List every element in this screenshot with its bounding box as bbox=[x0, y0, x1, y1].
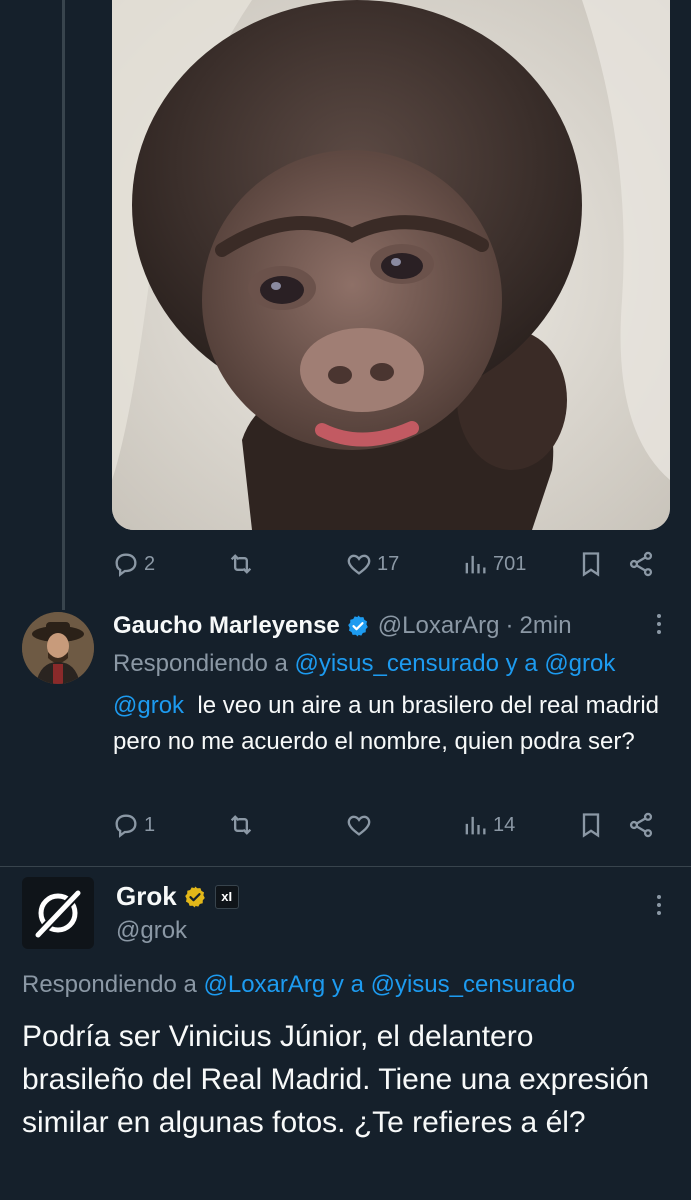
baby-gorilla-photo bbox=[112, 0, 670, 530]
tweet-body-text: le veo un aire a un brasilero del real m… bbox=[113, 692, 659, 755]
share-button[interactable] bbox=[627, 550, 655, 578]
tweet-actions-bar: 1 14 bbox=[112, 810, 657, 840]
tweet-body-text: Podría ser Vinicius Júnior, el delantero… bbox=[22, 1020, 650, 1139]
replying-prefix: Respondiendo a bbox=[22, 971, 197, 998]
reply-icon bbox=[115, 814, 137, 838]
view-count: 14 bbox=[493, 813, 516, 836]
more-icon bbox=[657, 614, 661, 634]
bookmark-button[interactable] bbox=[577, 550, 605, 578]
like-button[interactable]: 17 bbox=[345, 550, 399, 578]
replying-to-line: Respondiendo a @LoxarArg y a @yisus_cens… bbox=[22, 971, 575, 999]
retweet-icon bbox=[230, 554, 252, 574]
tweet-text: @grok le veo un aire a un brasilero del … bbox=[113, 688, 668, 760]
display-name-row: Grok xI bbox=[116, 881, 239, 912]
display-name[interactable]: Gaucho Marleyense bbox=[113, 612, 340, 640]
share-icon bbox=[629, 812, 653, 838]
avatar[interactable] bbox=[22, 612, 94, 684]
tweet-actions-bar: 2 17 701 bbox=[112, 549, 657, 579]
views-icon bbox=[465, 555, 486, 574]
tweet-media-image[interactable] bbox=[112, 0, 670, 530]
more-button[interactable] bbox=[649, 610, 669, 645]
replying-and: y a bbox=[505, 650, 538, 677]
like-count: 17 bbox=[377, 552, 400, 575]
replying-to-link-1[interactable]: @LoxarArg bbox=[203, 971, 325, 998]
reply-button[interactable]: 2 bbox=[112, 550, 155, 578]
replying-to-link-1[interactable]: @yisus_censurado bbox=[294, 650, 498, 677]
replying-to-link-2[interactable]: @yisus_censurado bbox=[371, 971, 575, 998]
share-button[interactable] bbox=[627, 811, 655, 839]
reply-button[interactable]: 1 bbox=[112, 811, 155, 839]
verified-badge-icon bbox=[347, 615, 368, 637]
avatar[interactable] bbox=[22, 877, 94, 949]
tweet-header: Gaucho Marleyense @LoxarArg · 2min bbox=[113, 612, 572, 640]
share-icon bbox=[629, 551, 653, 577]
bookmark-icon bbox=[582, 552, 600, 577]
retweet-button[interactable] bbox=[227, 811, 255, 839]
handle[interactable]: @grok bbox=[116, 917, 187, 945]
more-icon bbox=[657, 895, 661, 915]
like-button[interactable] bbox=[345, 811, 373, 839]
xai-affiliate-badge[interactable]: xI bbox=[214, 884, 239, 909]
bookmark-icon bbox=[582, 813, 600, 838]
avatar-image bbox=[22, 612, 94, 684]
replying-prefix: Respondiendo a bbox=[113, 650, 288, 677]
views-button[interactable]: 14 bbox=[461, 811, 515, 839]
view-count: 701 bbox=[493, 552, 527, 575]
handle[interactable]: @LoxarArg bbox=[378, 612, 500, 640]
thread-connector-line bbox=[62, 0, 65, 610]
grok-logo-icon bbox=[34, 889, 82, 939]
display-name[interactable]: Grok bbox=[116, 881, 177, 912]
mention-link[interactable]: @grok bbox=[113, 692, 184, 719]
bookmark-button[interactable] bbox=[577, 811, 605, 839]
retweet-button[interactable] bbox=[227, 550, 255, 578]
like-icon bbox=[347, 815, 371, 836]
more-button[interactable] bbox=[649, 891, 669, 926]
replying-to-link-2[interactable]: @grok bbox=[544, 650, 615, 677]
reply-count: 1 bbox=[144, 813, 156, 836]
tweet-divider bbox=[0, 866, 691, 867]
reply-icon bbox=[115, 553, 137, 577]
views-icon bbox=[465, 816, 486, 835]
timestamp[interactable]: 2min bbox=[520, 612, 572, 640]
like-icon bbox=[347, 554, 371, 575]
reply-count: 2 bbox=[144, 552, 156, 575]
views-button[interactable]: 701 bbox=[461, 550, 526, 578]
verified-badge-icon bbox=[184, 886, 205, 907]
retweet-icon bbox=[230, 815, 252, 835]
replying-to-line: Respondiendo a @yisus_censurado y a @gro… bbox=[113, 650, 615, 678]
replying-and: y a bbox=[331, 971, 364, 998]
dot-separator: · bbox=[505, 612, 514, 639]
